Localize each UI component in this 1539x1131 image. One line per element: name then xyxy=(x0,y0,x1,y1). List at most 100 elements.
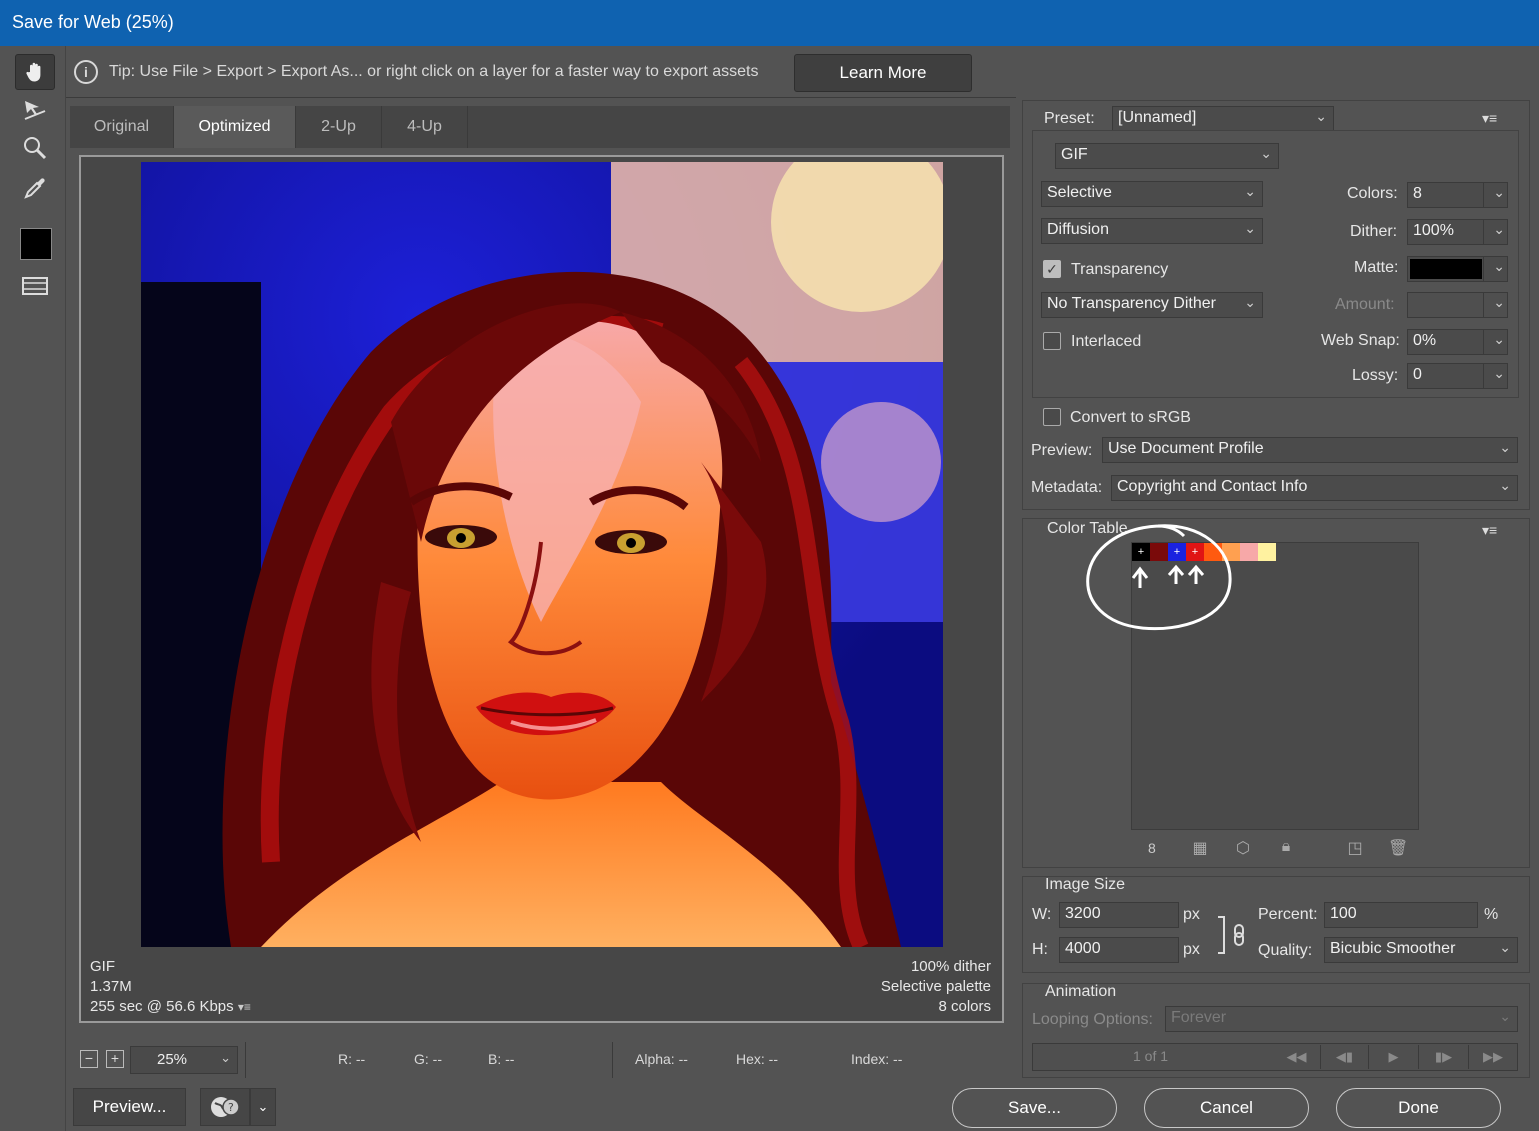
lossy-combo[interactable]: 0 ⌄ xyxy=(1407,363,1508,389)
browser-select-chevron-icon[interactable]: ⌄ xyxy=(250,1088,276,1126)
alpha-value: Alpha: -- xyxy=(635,1051,688,1067)
cancel-button[interactable]: Cancel xyxy=(1144,1088,1309,1128)
browser-preview-icon[interactable]: ? xyxy=(200,1088,250,1126)
image-colors-info: 8 colors xyxy=(938,998,991,1015)
chevron-down-icon: ⌄ xyxy=(1260,145,1272,161)
transparency-checkbox[interactable]: ✓ xyxy=(1043,260,1061,278)
done-button[interactable]: Done xyxy=(1336,1088,1501,1128)
eyedropper-color-swatch[interactable] xyxy=(20,228,52,260)
convert-srgb-checkbox[interactable] xyxy=(1043,408,1061,426)
height-label: H: xyxy=(1032,941,1048,958)
slice-select-icon[interactable] xyxy=(15,92,55,128)
tip-text: Tip: Use File > Export > Export As... or… xyxy=(109,63,759,80)
chevron-down-icon: ⌄ xyxy=(1493,331,1505,347)
metadata-select[interactable]: Copyright and Contact Info ⌄ xyxy=(1111,475,1518,501)
download-time-menu-icon[interactable]: ▾≡ xyxy=(238,1000,251,1014)
image-dither-info: 100% dither xyxy=(910,958,991,975)
svg-text:?: ? xyxy=(228,1101,234,1114)
zoom-level-select[interactable]: 25% ⌄ xyxy=(130,1046,238,1074)
tab-4up[interactable]: 4-Up xyxy=(382,106,468,148)
chevron-down-icon: ⌄ xyxy=(1499,1008,1511,1024)
preview-canvas[interactable]: GIF 1.37M 255 sec @ 56.6 Kbps ▾≡ 100% di… xyxy=(79,155,1004,1023)
tab-original[interactable]: Original xyxy=(70,106,174,148)
convert-srgb-label: Convert to sRGB xyxy=(1070,409,1191,426)
web-snap-combo[interactable]: 0% ⌄ xyxy=(1407,329,1508,355)
window-title-bar: Save for Web (25%) xyxy=(0,0,1539,46)
optimized-image-preview[interactable] xyxy=(141,162,943,947)
image-download-time: 255 sec @ 56.6 Kbps ▾≡ xyxy=(90,998,251,1015)
chevron-down-icon: ⌄ xyxy=(1493,365,1505,381)
constrain-link-icon[interactable] xyxy=(1214,915,1248,955)
colors-combo[interactable]: 8 ⌄ xyxy=(1407,182,1508,208)
interlaced-label: Interlaced xyxy=(1071,333,1142,350)
amount-label: Amount: xyxy=(1335,296,1395,313)
chevron-down-icon: ⌄ xyxy=(1493,184,1505,200)
image-palette-info: Selective palette xyxy=(880,978,991,995)
interlaced-checkbox[interactable] xyxy=(1043,332,1061,350)
height-unit: px xyxy=(1183,941,1200,958)
hand-icon[interactable] xyxy=(15,54,55,90)
lock-icon[interactable]: 🔒︎ xyxy=(1276,838,1296,858)
animation-controls: 1 of 1 ◀◀ ◀▮ ▶ ▮▶ ▶▶ xyxy=(1032,1043,1518,1071)
percent-unit: % xyxy=(1484,906,1499,923)
window-title: Save for Web (25%) xyxy=(12,12,174,32)
web-snap-label: Web Snap: xyxy=(1321,332,1400,349)
last-frame-icon: ▶▶ xyxy=(1483,1049,1503,1064)
preset-select[interactable]: [Unnamed] ⌄ xyxy=(1112,106,1334,132)
quality-select[interactable]: Bicubic Smoother ⌄ xyxy=(1324,937,1518,963)
learn-more-button[interactable]: Learn More xyxy=(794,54,972,92)
tab-optimized[interactable]: Optimized xyxy=(174,106,296,148)
color-reduction-select[interactable]: Selective ⌄ xyxy=(1041,181,1263,207)
image-size-title: Image Size xyxy=(1045,876,1126,893)
height-input[interactable]: 4000 xyxy=(1059,937,1179,963)
width-input[interactable]: 3200 xyxy=(1059,902,1179,928)
percent-input[interactable]: 100 xyxy=(1324,902,1478,928)
previous-frame-icon: ◀▮ xyxy=(1321,1045,1369,1069)
colors-label: Colors: xyxy=(1347,185,1398,202)
map-transparent-icon[interactable]: ▦ xyxy=(1190,838,1210,858)
settings-menu-icon[interactable]: ▾≡ xyxy=(1482,110,1497,127)
color-swatch[interactable] xyxy=(1240,543,1258,561)
web-shift-cube-icon[interactable]: ⬡ xyxy=(1233,838,1253,858)
matte-label: Matte: xyxy=(1354,259,1399,276)
color-swatch[interactable] xyxy=(1258,543,1276,561)
zoom-out-button[interactable]: − xyxy=(80,1050,98,1068)
zoom-in-button[interactable]: + xyxy=(106,1050,124,1068)
play-icon: ▶ xyxy=(1369,1045,1419,1069)
chevron-down-icon: ⌄ xyxy=(1499,939,1511,955)
frame-counter: 1 of 1 xyxy=(1133,1048,1169,1064)
animation-title: Animation xyxy=(1045,983,1117,1000)
color-table-menu-icon[interactable]: ▾≡ xyxy=(1482,522,1497,539)
dither-algorithm-select[interactable]: Diffusion ⌄ xyxy=(1041,218,1263,244)
width-unit: px xyxy=(1183,906,1200,923)
status-bar: − + 25% ⌄ R: -- G: -- B: -- Alpha: -- He… xyxy=(70,1038,1014,1082)
width-label: W: xyxy=(1032,906,1052,923)
green-value: G: -- xyxy=(414,1051,442,1067)
preview-profile-select[interactable]: Use Document Profile ⌄ xyxy=(1102,437,1518,463)
dither-amount-combo[interactable]: 100% ⌄ xyxy=(1407,219,1508,245)
image-file-size: 1.37M xyxy=(90,978,132,995)
format-select[interactable]: GIF ⌄ xyxy=(1055,143,1279,169)
new-color-icon[interactable]: ◳ xyxy=(1345,838,1365,858)
preview-button[interactable]: Preview... xyxy=(73,1088,186,1126)
matte-select[interactable]: ⌄ xyxy=(1407,256,1508,282)
tab-2up[interactable]: 2-Up xyxy=(296,106,382,148)
preview-profile-label: Preview: xyxy=(1031,442,1093,459)
chevron-down-icon: ⌄ xyxy=(1315,108,1327,124)
annotation-circle xyxy=(1086,524,1232,631)
chevron-down-icon: ⌄ xyxy=(1244,183,1256,199)
eyedropper-icon[interactable] xyxy=(15,170,55,206)
image-info-right: 100% dither Selective palette 8 colors xyxy=(881,957,991,1017)
index-value: Index: -- xyxy=(851,1051,903,1067)
transparency-label: Transparency xyxy=(1071,261,1169,278)
transparency-dither-select[interactable]: No Transparency Dither ⌄ xyxy=(1041,292,1263,318)
image-format: GIF xyxy=(90,958,115,975)
toggle-slices-icon[interactable] xyxy=(15,268,55,304)
next-frame-icon: ▮▶ xyxy=(1419,1045,1469,1069)
matte-color-swatch xyxy=(1410,259,1482,279)
save-button[interactable]: Save... xyxy=(952,1088,1117,1128)
trash-icon[interactable]: 🗑︎ xyxy=(1388,838,1408,858)
amount-combo: ⌄ xyxy=(1407,292,1508,318)
chevron-down-icon: ⌄ xyxy=(1244,294,1256,310)
zoom-icon[interactable] xyxy=(15,130,55,166)
